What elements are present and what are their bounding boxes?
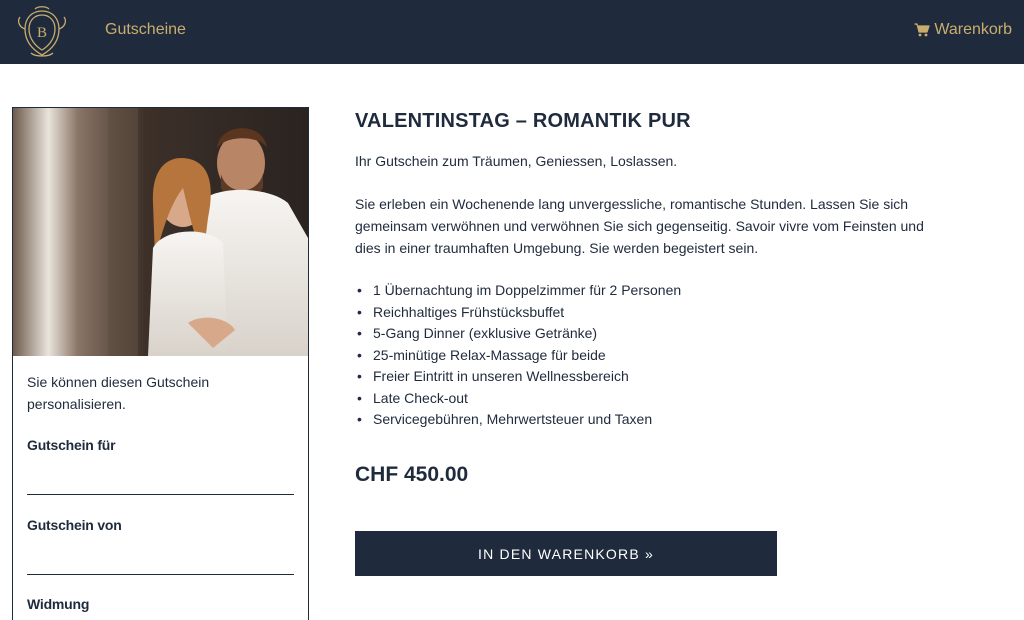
nav-link-gutscheine[interactable]: Gutscheine: [105, 21, 186, 39]
add-to-cart-button[interactable]: IN DEN WARENKORB »: [355, 531, 777, 576]
cart-label: Warenkorb: [934, 21, 1012, 38]
list-item: Freier Eintritt in unseren Wellnessberei…: [355, 366, 915, 388]
voucher-for-input[interactable]: [27, 473, 294, 495]
list-item: Late Check-out: [355, 388, 915, 410]
list-item: 25-minütige Relax-Massage für beide: [355, 345, 915, 367]
list-item: 5-Gang Dinner (exklusive Getränke): [355, 323, 915, 345]
list-item: Servicegebühren, Mehrwertsteuer und Taxe…: [355, 409, 915, 431]
list-item: Reichhaltiges Frühstücksbuffet: [355, 302, 915, 324]
personalize-hint: Sie können diesen Gutschein personalisie…: [27, 374, 210, 412]
product-title: VALENTINSTAG – ROMANTIK PUR: [355, 110, 691, 132]
product-intro: Ihr Gutschein zum Träumen, Geniessen, Lo…: [355, 153, 678, 169]
voucher-for-label: Gutschein für: [27, 437, 116, 453]
top-navigation-bar: B Gutscheine Warenkorb: [0, 0, 1024, 64]
svg-text:B: B: [37, 25, 47, 41]
list-item: 1 Übernachtung im Doppelzimmer für 2 Per…: [355, 280, 915, 302]
dedication-label: Widmung: [27, 596, 90, 612]
product-description: Sie erleben ein Wochenende lang unverges…: [355, 196, 924, 256]
voucher-from-input[interactable]: [27, 553, 294, 575]
shopping-cart-icon: [914, 23, 930, 37]
included-features-list: 1 Übernachtung im Doppelzimmer für 2 Per…: [355, 280, 915, 431]
cart-link[interactable]: Warenkorb: [914, 21, 1012, 39]
voucher-from-label: Gutschein von: [27, 517, 122, 533]
product-photo: [13, 108, 308, 356]
hotel-logo[interactable]: B: [13, 3, 71, 61]
crest-logo-icon: B: [18, 6, 66, 57]
product-price: CHF 450.00: [355, 463, 469, 486]
voucher-personalization-card: Sie können diesen Gutschein personalisie…: [12, 107, 309, 620]
